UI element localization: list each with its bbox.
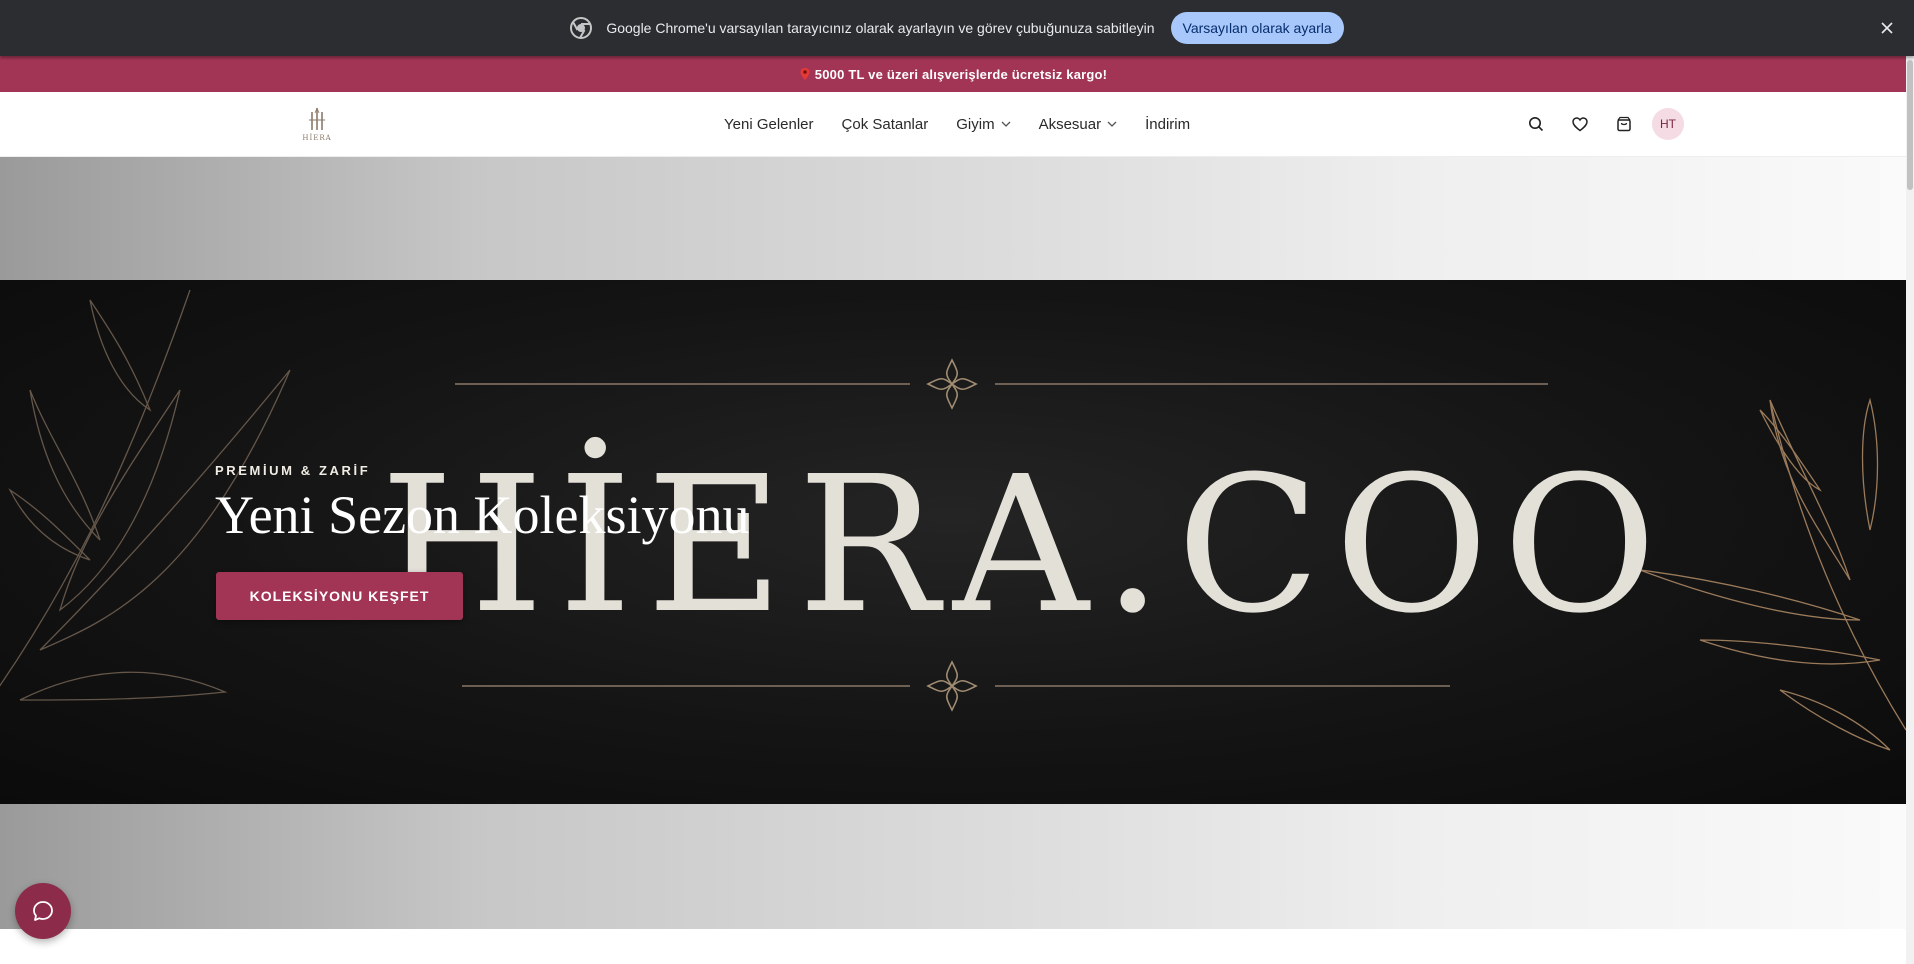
logo-text: HİERA [302,133,331,142]
nav-item-yeni-gelenler[interactable]: Yeni Gelenler [724,116,814,133]
explore-collection-button[interactable]: KOLEKSİYONU KEŞFET [216,572,463,620]
set-default-browser-button[interactable]: Varsayılan olarak ayarla [1170,12,1344,44]
hero-text-block: PREMİUM & ZARİF Yeni Sezon Koleksiyonu [215,463,750,545]
nav-item-label: Çok Satanlar [841,115,929,133]
announcement-text: 5000 TL ve üzeri alışverişlerde ücretsiz… [814,66,1108,82]
chat-bubble-icon [31,899,55,923]
page-scrollbar[interactable] [1906,56,1914,964]
hero-kicker: PREMİUM & ZARİF [215,463,371,478]
nav-item-label: İndirim [1145,115,1191,133]
chrome-icon [570,17,593,39]
scrollbar-thumb[interactable] [1907,60,1913,190]
shopping-bag-icon[interactable] [1612,112,1636,136]
chat-button[interactable] [15,883,71,939]
search-icon[interactable] [1524,112,1548,136]
pin-icon [799,67,811,81]
nav-item-cok-satanlar[interactable]: Çok Satanlar [842,116,929,133]
hero-headline: Yeni Sezon Koleksiyonu [215,485,750,545]
close-icon[interactable] [1876,17,1898,39]
chevron-down-icon [1001,121,1011,127]
heart-icon[interactable] [1568,112,1592,136]
nav-item-label: Aksesuar [1038,115,1102,133]
main-nav: Yeni Gelenler Çok Satanlar Giyim Aksesua… [724,92,1218,156]
announcement-bar: 5000 TL ve üzeri alışverişlerde ücretsiz… [0,56,1906,92]
user-avatar[interactable]: HT [1652,108,1684,140]
site-header: HİERA Yeni Gelenler Çok Satanlar Giyim A… [0,92,1906,157]
nav-item-label: Yeni Gelenler [724,115,814,133]
site-logo[interactable]: HİERA [296,104,338,144]
header-actions: HT [1524,92,1684,156]
nav-item-label: Giyim [956,115,995,133]
nav-item-giyim[interactable]: Giyim [956,115,1011,133]
nav-item-aksesuar[interactable]: Aksesuar [1039,116,1118,133]
infobar-message: Google Chrome'u varsayılan tarayıcınız o… [606,20,1155,36]
chevron-down-icon [1107,121,1117,127]
nav-item-indirim[interactable]: İndirim [1145,116,1190,133]
chrome-default-browser-infobar: Google Chrome'u varsayılan tarayıcınız o… [0,0,1914,56]
